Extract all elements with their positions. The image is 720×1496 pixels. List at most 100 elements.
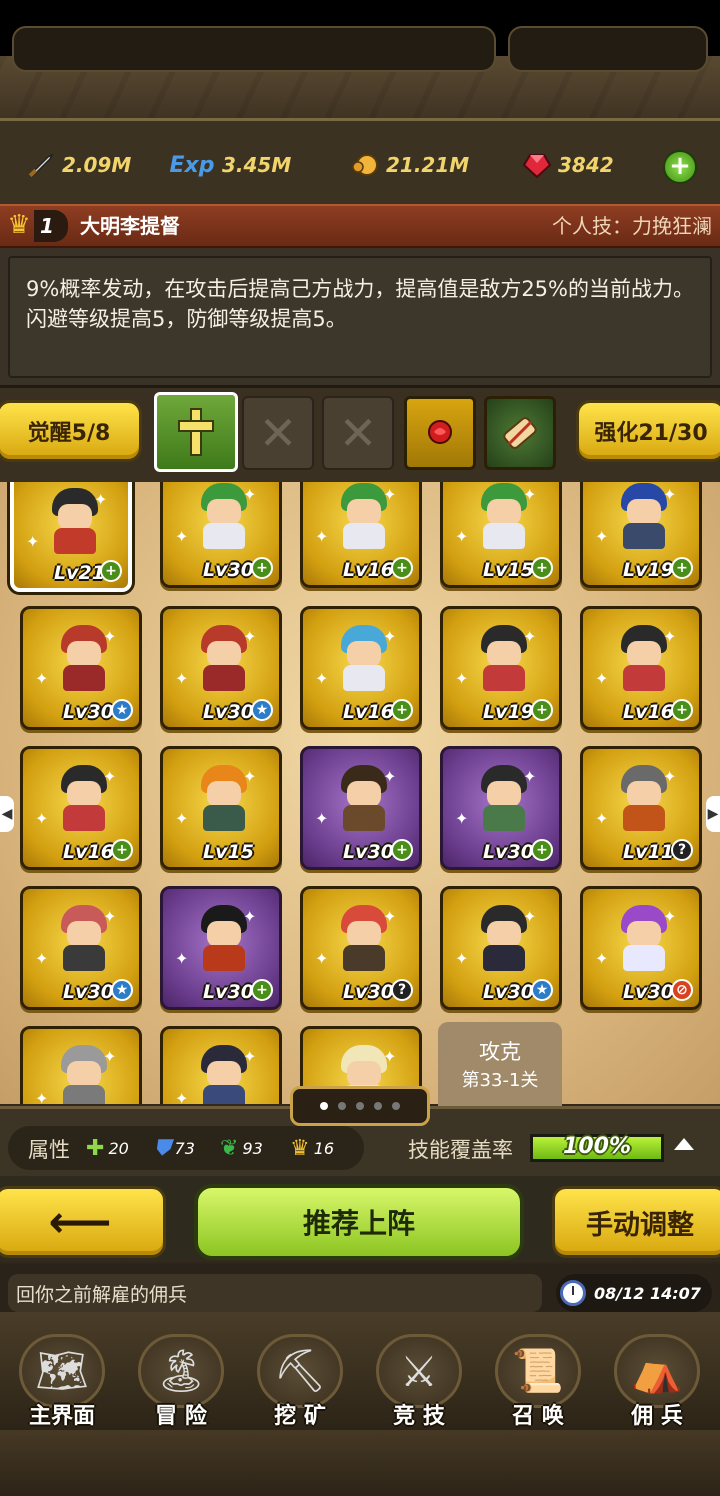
hero-card[interactable]: ✦✦ (160, 1026, 282, 1104)
star-badge-icon: ★ (111, 979, 133, 1001)
no-badge-icon: ⊘ (671, 979, 693, 1001)
expand-arrow-icon[interactable] (674, 1138, 694, 1150)
hero-skill-name: 个人技：力挽狂澜 (552, 214, 712, 238)
plus-badge-icon: + (391, 557, 413, 579)
hero-level: Lv30 (483, 981, 534, 1003)
awakening-slot-3-locked[interactable]: ✕ (322, 396, 394, 470)
manual-adjust-button[interactable]: 手动调整 (552, 1186, 720, 1258)
rose-icon (428, 420, 452, 444)
sparkle-icon: ✦ (523, 767, 537, 786)
hero-card[interactable]: ✦ ✦ Lv30 ★ (20, 606, 142, 730)
hero-card[interactable]: ✦ ✦ Lv16 + (580, 606, 702, 730)
recommend-button[interactable]: 推荐上阵 (194, 1184, 524, 1260)
hero-card[interactable]: ✦ ✦ Lv30 + (300, 746, 422, 870)
gold-resource: 21.21M (350, 150, 469, 180)
attack-resource: 2.09M (26, 150, 131, 180)
sparkle-icon: ✦ (175, 809, 189, 828)
hero-card[interactable]: ✦ ✦ Lv16 + (20, 746, 142, 870)
scroll-left-arrow[interactable]: ◀ (0, 796, 14, 832)
hero-card[interactable]: ✦ ✦ Lv16 + (300, 606, 422, 730)
sparkle-icon: ✦ (663, 485, 677, 504)
hero-card[interactable]: ✦ ✦ Lv19 + (580, 482, 702, 588)
hero-card[interactable]: ✦ ✦ Lv30 ★ (440, 886, 562, 1010)
sparkle-icon: ✦ (103, 767, 117, 786)
awakening-button[interactable]: 觉醒5/8 (0, 400, 142, 462)
sparkle-icon: ✦ (383, 485, 397, 504)
sparkle-icon: ✦ (26, 532, 40, 551)
ticker-text: 回你之前解雇的佣兵 (16, 1284, 188, 1306)
enhance-button[interactable]: 强化21/30 (576, 400, 720, 462)
star-badge-icon: ★ (531, 979, 553, 1001)
hero-card[interactable]: ✦ ✦ Lv30? (300, 886, 422, 1010)
hero-level: Lv30 (343, 981, 394, 1003)
sparkle-icon: ✦ (175, 669, 189, 688)
sparkle-icon: ✦ (455, 809, 469, 828)
hero-card[interactable]: ✦ ✦ Lv19 + (440, 606, 562, 730)
hero-card[interactable]: ✦ ✦ Lv30 + (440, 746, 562, 870)
sparkle-icon: ✦ (175, 949, 189, 968)
plus-badge-icon: + (391, 839, 413, 861)
sparkle-icon: ✦ (663, 767, 677, 786)
hero-card[interactable]: ✦ ✦ Lv30 ★ (20, 886, 142, 1010)
hero-card[interactable]: ✦ ✦ Lv30 ★ (160, 606, 282, 730)
hero-card[interactable]: ✦ ✦ Lv30 + (160, 886, 282, 1010)
hero-card[interactable]: ✦✦ (20, 1026, 142, 1104)
nav-item-0[interactable]: 🗺 主界面 (4, 1314, 120, 1430)
hero-card[interactable]: ✦ ✦ Lv30 ⊘ (580, 886, 702, 1010)
hero-card-selected[interactable]: ✦ ✦ Lv21 + (10, 482, 132, 592)
sparkle-icon: ✦ (315, 527, 329, 546)
sparkle-icon: ✦ (595, 949, 609, 968)
plus-badge-icon: + (671, 699, 693, 721)
add-gems-button[interactable]: + (663, 150, 697, 184)
hero-card[interactable]: ✦ ✦ Lv15 + (440, 482, 562, 588)
hero-level: Lv16 (343, 701, 394, 723)
map-scroll-icon: 🗺 (19, 1334, 105, 1408)
scroll-right-arrow[interactable]: ▶ (706, 796, 720, 832)
q-badge-icon: ? (671, 839, 693, 861)
sparkle-icon: ✦ (35, 949, 49, 968)
sparkle-icon: ✦ (103, 907, 117, 926)
hero-card[interactable]: ✦ ✦ Lv15 (160, 746, 282, 870)
hero-level: Lv30 (203, 559, 254, 581)
plus-badge-icon: + (531, 839, 553, 861)
hero-card[interactable]: ✦ ✦ Lv30 + (160, 482, 282, 588)
gem-value: 3842 (558, 153, 614, 177)
nav-item-1[interactable]: 🏝 冒 险 (123, 1314, 239, 1430)
game-screen: 2.09M Exp 3.45M 21.21M 3842 + ♛ 1 大明李提督 … (0, 0, 720, 1496)
sparkle-icon: ✦ (663, 907, 677, 926)
hero-card[interactable]: ✦ ✦ Lv16 + (300, 482, 422, 588)
attr-crown-value: 16 (313, 1139, 335, 1158)
nav-item-2[interactable]: ⛏ 挖 矿 (242, 1314, 358, 1430)
attribute-label: 属性 (28, 1138, 70, 1162)
nav-item-3[interactable]: ⚔ 竞 技 (361, 1314, 477, 1430)
cross-relic-icon (178, 408, 214, 456)
nav-item-4[interactable]: 📜 召 唤 (480, 1314, 596, 1430)
sparkle-icon: ✦ (103, 627, 117, 646)
sparkle-icon: ✦ (383, 1047, 397, 1066)
plus-badge-icon: + (100, 560, 122, 582)
hero-level: Lv30 (483, 841, 534, 863)
clock-icon (560, 1280, 586, 1306)
sparkle-icon: ✦ (523, 907, 537, 926)
awakening-slot-5[interactable] (484, 396, 556, 470)
sparkle-icon: ✦ (383, 767, 397, 786)
sparkle-icon: ✦ (663, 627, 677, 646)
hero-level: Lv16 (623, 701, 674, 723)
sparkle-icon: ✦ (455, 949, 469, 968)
awakening-slot-4[interactable] (404, 396, 476, 470)
awakening-slot-2-locked[interactable]: ✕ (242, 396, 314, 470)
plus-badge-icon: + (391, 699, 413, 721)
nav-item-5[interactable]: ⛺ 佣 兵 (599, 1314, 715, 1430)
sparkle-icon: ✦ (243, 485, 257, 504)
nav-label: 主界面 (28, 1404, 95, 1429)
attr-crown: ♛ 16 (290, 1136, 334, 1161)
coverage-value: 100% (563, 1134, 631, 1159)
hero-card[interactable]: ✦ ✦ Lv11? (580, 746, 702, 870)
summon-scroll-icon: 📜 (495, 1334, 581, 1408)
attr-relic-value: 20 (108, 1139, 129, 1158)
attr-shield: ⛊ 73 (154, 1136, 195, 1161)
awakening-slot-1[interactable] (154, 392, 238, 472)
back-button[interactable]: ⟵ (0, 1186, 166, 1258)
nav-label: 召 唤 (512, 1404, 564, 1429)
tent-icon: ⛺ (614, 1334, 700, 1408)
